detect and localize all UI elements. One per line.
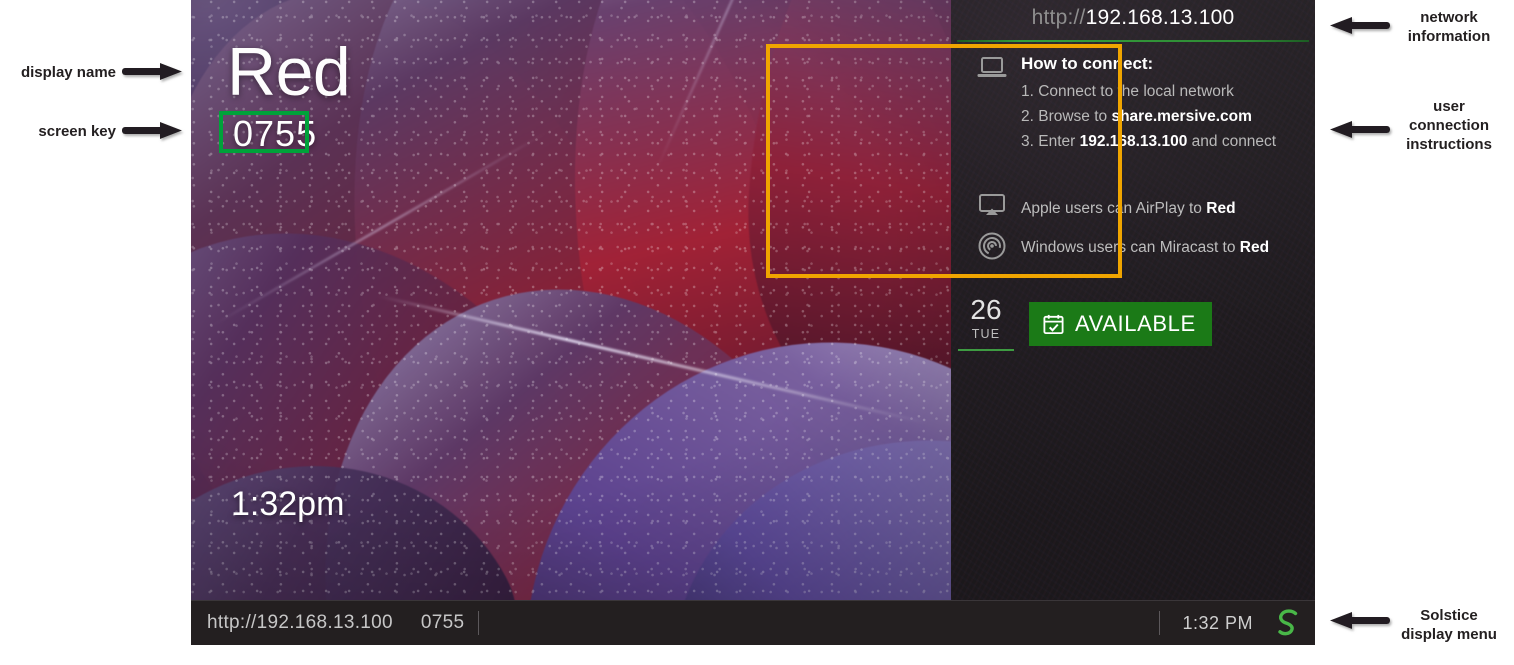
airplay-icon — [973, 194, 1011, 228]
screen-key: 0755 — [233, 113, 318, 154]
statusbar-url[interactable]: http://192.168.13.100 — [207, 612, 393, 634]
solstice-display-screen: Red 0755 1:32pm http://192.168.13.100 Ho… — [191, 0, 1315, 645]
statusbar-screen-key[interactable]: 0755 — [421, 612, 464, 634]
annotation-line: display menu — [1401, 626, 1497, 644]
annotation-line: user — [1433, 98, 1465, 115]
miracast-row: Windows users can Miracast to Red — [1021, 239, 1270, 256]
solstice-logo-icon[interactable] — [1275, 608, 1301, 638]
annotation-label-solstice-menu: Solstice display menu — [1386, 606, 1512, 644]
miracast-icon — [973, 232, 1011, 266]
annotation-label-screen-key: screen key — [38, 123, 116, 140]
availability-status-badge: AVAILABLE — [1029, 302, 1212, 346]
statusbar-separator — [1159, 611, 1161, 635]
user-connection-instructions: How to connect: 1. Connect to the local … — [963, 48, 1303, 272]
url-scheme: http:// — [1031, 6, 1086, 29]
annotation-line: connection — [1408, 117, 1489, 135]
howto-step-1: 1. Connect to the local network — [1021, 83, 1234, 100]
display-wallpaper: Red 0755 1:32pm — [191, 0, 951, 600]
calendar-underline — [958, 349, 1014, 351]
statusbar-divider — [478, 611, 480, 635]
information-panel: http://192.168.13.100 How to connect: 1.… — [951, 0, 1315, 600]
annotation-line: Solstice — [1420, 607, 1478, 624]
howto-step-3: 3. Enter 192.168.13.100 and connect — [1021, 133, 1277, 151]
annotation-label-network-information: network information — [1386, 8, 1512, 46]
annotation-arrow-user-connection — [1328, 119, 1390, 141]
calendar-day-number: 26 — [970, 294, 1002, 325]
wallpaper-clock: 1:32pm — [231, 485, 345, 523]
howto-connect: How to connect: 1. Connect to the local … — [1021, 54, 1293, 154]
calendar-weekday: TUE — [971, 327, 1001, 341]
howto-step-2: 2. Browse to share.mersive.com — [1021, 108, 1252, 126]
network-information: http://192.168.13.100 — [951, 6, 1315, 30]
annotation-arrow-screen-key — [122, 120, 184, 142]
panel-divider — [957, 40, 1309, 42]
annotation-line: information — [1407, 28, 1491, 46]
howto-steps: 1. Connect to the local network 2. Brows… — [1021, 79, 1293, 154]
solstice-display-menu[interactable]: http://192.168.13.100 0755 1:32 PM — [191, 600, 1315, 645]
laptop-icon — [973, 56, 1011, 90]
howto-title: How to connect: — [1021, 54, 1154, 73]
screen-key-wrap: 0755 — [229, 113, 321, 155]
statusbar-clock: 1:32 PM — [1182, 612, 1253, 633]
statusbar-left: http://192.168.13.100 0755 — [207, 612, 464, 634]
annotation-label-user-connection: user connection instructions — [1386, 97, 1512, 155]
annotation-arrow-network-information — [1328, 15, 1390, 37]
annotation-line: instructions — [1406, 136, 1492, 154]
availability-label: AVAILABLE — [1075, 311, 1196, 336]
annotation-line: network — [1420, 9, 1478, 26]
annotated-screenshot-figure: display name screen key network informat… — [0, 0, 1514, 665]
annotation-arrow-solstice-menu — [1328, 610, 1390, 632]
statusbar-right: 1:32 PM — [1159, 608, 1301, 638]
annotation-arrow-display-name — [122, 61, 184, 83]
url-host: 192.168.13.100 — [1085, 6, 1235, 29]
airplay-row: Apple users can AirPlay to Red — [1021, 200, 1236, 217]
calendar-check-icon — [1042, 313, 1065, 336]
calendar-availability: 26 TUE AVAILABLE — [958, 294, 1212, 351]
calendar-date: 26 TUE — [958, 294, 1014, 351]
annotation-label-display-name: display name — [20, 64, 116, 81]
display-name: Red — [227, 34, 351, 110]
